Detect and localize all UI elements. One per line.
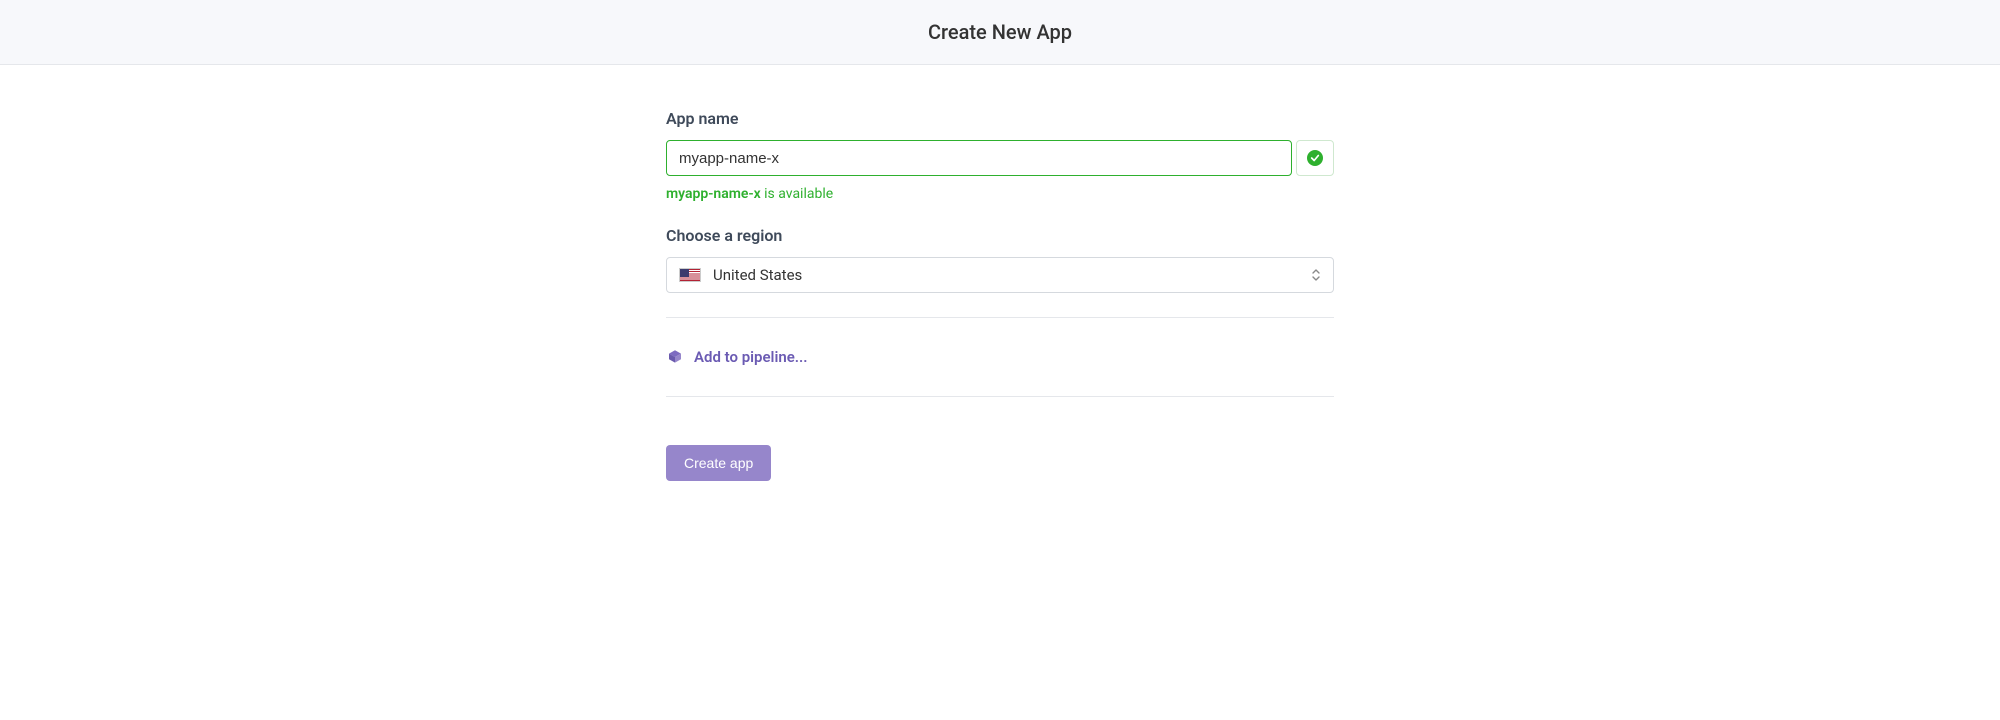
check-icon <box>1307 150 1323 166</box>
app-name-label: App name <box>666 109 1334 128</box>
region-select[interactable]: United States <box>666 257 1334 293</box>
us-flag-icon <box>679 268 701 282</box>
availability-suffix: is available <box>761 186 834 202</box>
region-value: United States <box>713 266 802 284</box>
pipeline-icon <box>666 348 684 366</box>
pipeline-text: Add to pipeline... <box>694 348 808 366</box>
chevron-updown-icon <box>1311 268 1321 282</box>
availability-status-box <box>1296 140 1334 176</box>
page-header: Create New App <box>0 0 2000 65</box>
availability-message: myapp-name-x is available <box>666 186 1334 202</box>
divider <box>666 396 1334 397</box>
app-name-input[interactable] <box>666 140 1292 176</box>
page-title: Create New App <box>0 20 2000 44</box>
divider <box>666 317 1334 318</box>
form-container: App name myapp-name-x is available Choos… <box>666 65 1334 481</box>
add-to-pipeline-button[interactable]: Add to pipeline... <box>666 342 1334 372</box>
app-name-row <box>666 140 1334 176</box>
region-label: Choose a region <box>666 226 1334 245</box>
availability-name: myapp-name-x <box>666 186 761 202</box>
create-app-button[interactable]: Create app <box>666 445 771 481</box>
